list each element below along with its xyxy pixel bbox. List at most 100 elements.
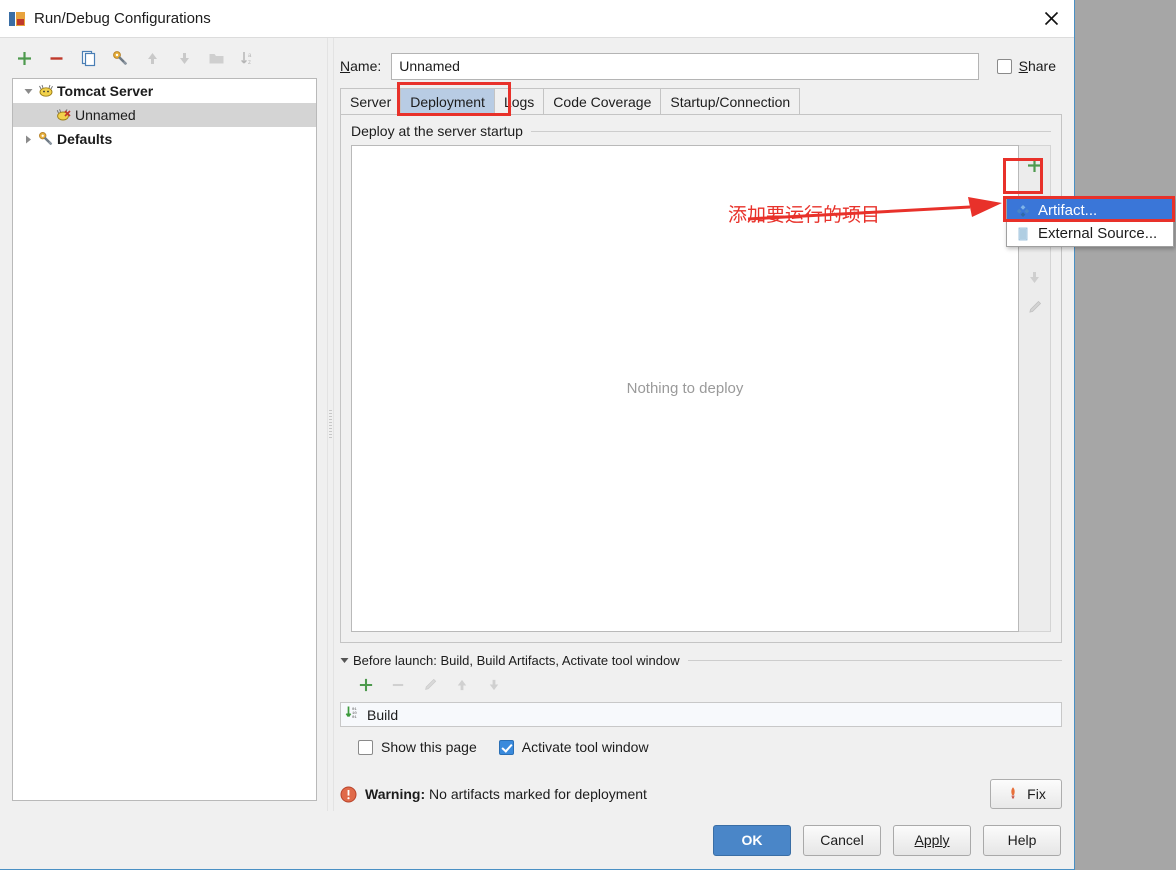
configurations-tree[interactable]: Tomcat Server Unnamed Defaults [12, 78, 317, 801]
deployment-table[interactable]: Nothing to deploy [351, 145, 1019, 632]
chevron-down-icon[interactable] [340, 653, 349, 668]
add-deployment-dropdown-menu[interactable]: Artifact... External Source... [1006, 197, 1174, 247]
tab-server[interactable]: Server [340, 88, 402, 114]
help-button[interactable]: Help [983, 824, 1061, 856]
before-launch-options: Show this page Activate tool window [340, 739, 1062, 755]
activate-tool-window-label: Activate tool window [521, 739, 649, 755]
remove-task-button[interactable] [382, 672, 414, 698]
tree-item-defaults[interactable]: Defaults [13, 127, 316, 151]
svg-text:01: 01 [352, 716, 357, 720]
group-divider [687, 660, 1062, 661]
chevron-right-icon[interactable] [19, 135, 37, 144]
pane-splitter[interactable] [327, 38, 334, 811]
menu-item-label: External Source... [1038, 225, 1158, 242]
name-row: Name: Share [334, 46, 1062, 86]
name-input[interactable] [391, 52, 979, 80]
tab-label: Startup/Connection [670, 93, 791, 110]
tab-code-coverage[interactable]: Code Coverage [543, 88, 662, 114]
ok-button[interactable]: OK [713, 824, 791, 856]
new-folder-button[interactable] [200, 44, 232, 72]
dialog-footer: OK Cancel Apply Help [0, 811, 1074, 869]
menu-item-artifact[interactable]: Artifact... [1007, 199, 1173, 222]
tree-item-label: Defaults [57, 131, 113, 147]
splitter-grip [329, 409, 332, 440]
apply-button-label: Apply [914, 832, 950, 848]
task-move-down-button[interactable] [478, 672, 510, 698]
cancel-button-label: Cancel [820, 832, 864, 848]
apply-button[interactable]: Apply [893, 824, 971, 856]
tab-label: Code Coverage [553, 93, 652, 110]
fix-button[interactable]: Fix [990, 779, 1062, 809]
title-bar: Run/Debug Configurations [0, 0, 1074, 38]
artifact-icon [1013, 204, 1032, 218]
close-icon[interactable] [1028, 0, 1074, 37]
tab-deployment[interactable]: Deployment [400, 88, 495, 114]
group-divider [530, 130, 1051, 132]
cancel-button[interactable]: Cancel [803, 824, 881, 856]
svg-text:a: a [248, 53, 252, 59]
copy-configuration-button[interactable] [72, 44, 104, 72]
external-source-icon [1013, 227, 1032, 241]
show-this-page-checkbox[interactable] [358, 739, 373, 755]
remove-configuration-button[interactable] [40, 44, 72, 72]
sort-alphabetically-button[interactable]: a z [232, 44, 264, 72]
before-launch-title-label: Before launch: Build, Build Artifacts, A… [353, 653, 680, 668]
menu-item-external-source[interactable]: External Source... [1007, 222, 1173, 245]
add-configuration-button[interactable] [8, 44, 40, 72]
warning-message: No artifacts marked for deployment [429, 786, 647, 802]
dialog-body: a z Tomcat Server Unnamed Defaults Name:… [0, 38, 1074, 811]
share-label: Share [1018, 58, 1056, 74]
tree-item-tomcat-server[interactable]: Tomcat Server [13, 79, 316, 103]
window-title: Run/Debug Configurations [34, 10, 211, 27]
chevron-down-icon[interactable] [19, 87, 37, 96]
tree-item-unnamed[interactable]: Unnamed [13, 103, 316, 127]
tab-label: Deployment [410, 93, 485, 110]
tab-label: Logs [503, 93, 535, 110]
warning-text: Warning: No artifacts marked for deploym… [365, 786, 647, 802]
run-debug-configurations-dialog: Run/Debug Configurations a z Tomcat Serv… [0, 0, 1075, 870]
menu-item-label: Artifact... [1038, 202, 1098, 219]
move-down-button[interactable] [168, 44, 200, 72]
configurations-pane: a z Tomcat Server Unnamed Defaults [0, 38, 327, 811]
task-move-up-button[interactable] [446, 672, 478, 698]
share-checkbox[interactable]: Share [996, 58, 1056, 74]
ok-button-label: OK [741, 832, 763, 848]
empty-state-text: Nothing to deploy [626, 380, 744, 397]
tab-startup-connection[interactable]: Startup/Connection [660, 88, 801, 114]
before-launch-task-list[interactable]: 01 10 01 Build [340, 702, 1062, 727]
edit-task-button[interactable] [414, 672, 446, 698]
deploy-area: Nothing to deploy [351, 145, 1051, 632]
add-deployment-button[interactable] [1020, 150, 1050, 180]
share-checkbox-box[interactable] [996, 58, 1012, 74]
deploy-group-label: Deploy at the server startup [351, 123, 523, 139]
warning-icon [340, 786, 357, 803]
activate-tool-window-checkbox[interactable] [498, 739, 514, 755]
deploy-group-title: Deploy at the server startup [351, 123, 1051, 139]
warning-row: Warning: No artifacts marked for deploym… [340, 777, 1062, 811]
editor-tabs: Server Deployment Logs Code Coverage Sta… [334, 82, 1062, 116]
tab-logs[interactable]: Logs [493, 88, 545, 114]
tomcat-icon [37, 83, 55, 99]
warning-icon [1006, 786, 1020, 803]
intellij-idea-icon [9, 11, 25, 27]
task-label: Build [367, 706, 399, 723]
tree-item-label: Unnamed [75, 107, 136, 123]
help-button-label: Help [1007, 832, 1037, 848]
show-this-page-label: Show this page [381, 739, 477, 755]
svg-text:z: z [248, 60, 251, 66]
before-launch-toolbar [340, 670, 1062, 700]
edit-deployment-button[interactable] [1020, 292, 1050, 322]
configuration-editor-pane: Name: Share Server Deployment Logs Code … [334, 38, 1074, 811]
tomcat-run-icon [55, 107, 73, 123]
before-launch-title[interactable]: Before launch: Build, Build Artifacts, A… [340, 653, 1062, 668]
name-label: Name: [340, 58, 382, 74]
configurations-toolbar: a z [0, 42, 327, 74]
move-down-deployment-button[interactable] [1020, 262, 1050, 292]
before-launch-section: Before launch: Build, Build Artifacts, A… [340, 653, 1062, 755]
tree-item-label: Tomcat Server [57, 83, 154, 99]
move-up-button[interactable] [136, 44, 168, 72]
warning-prefix: Warning: [365, 786, 426, 802]
add-task-button[interactable] [350, 672, 382, 698]
edit-defaults-button[interactable] [104, 44, 136, 72]
tab-label: Server [350, 93, 392, 110]
